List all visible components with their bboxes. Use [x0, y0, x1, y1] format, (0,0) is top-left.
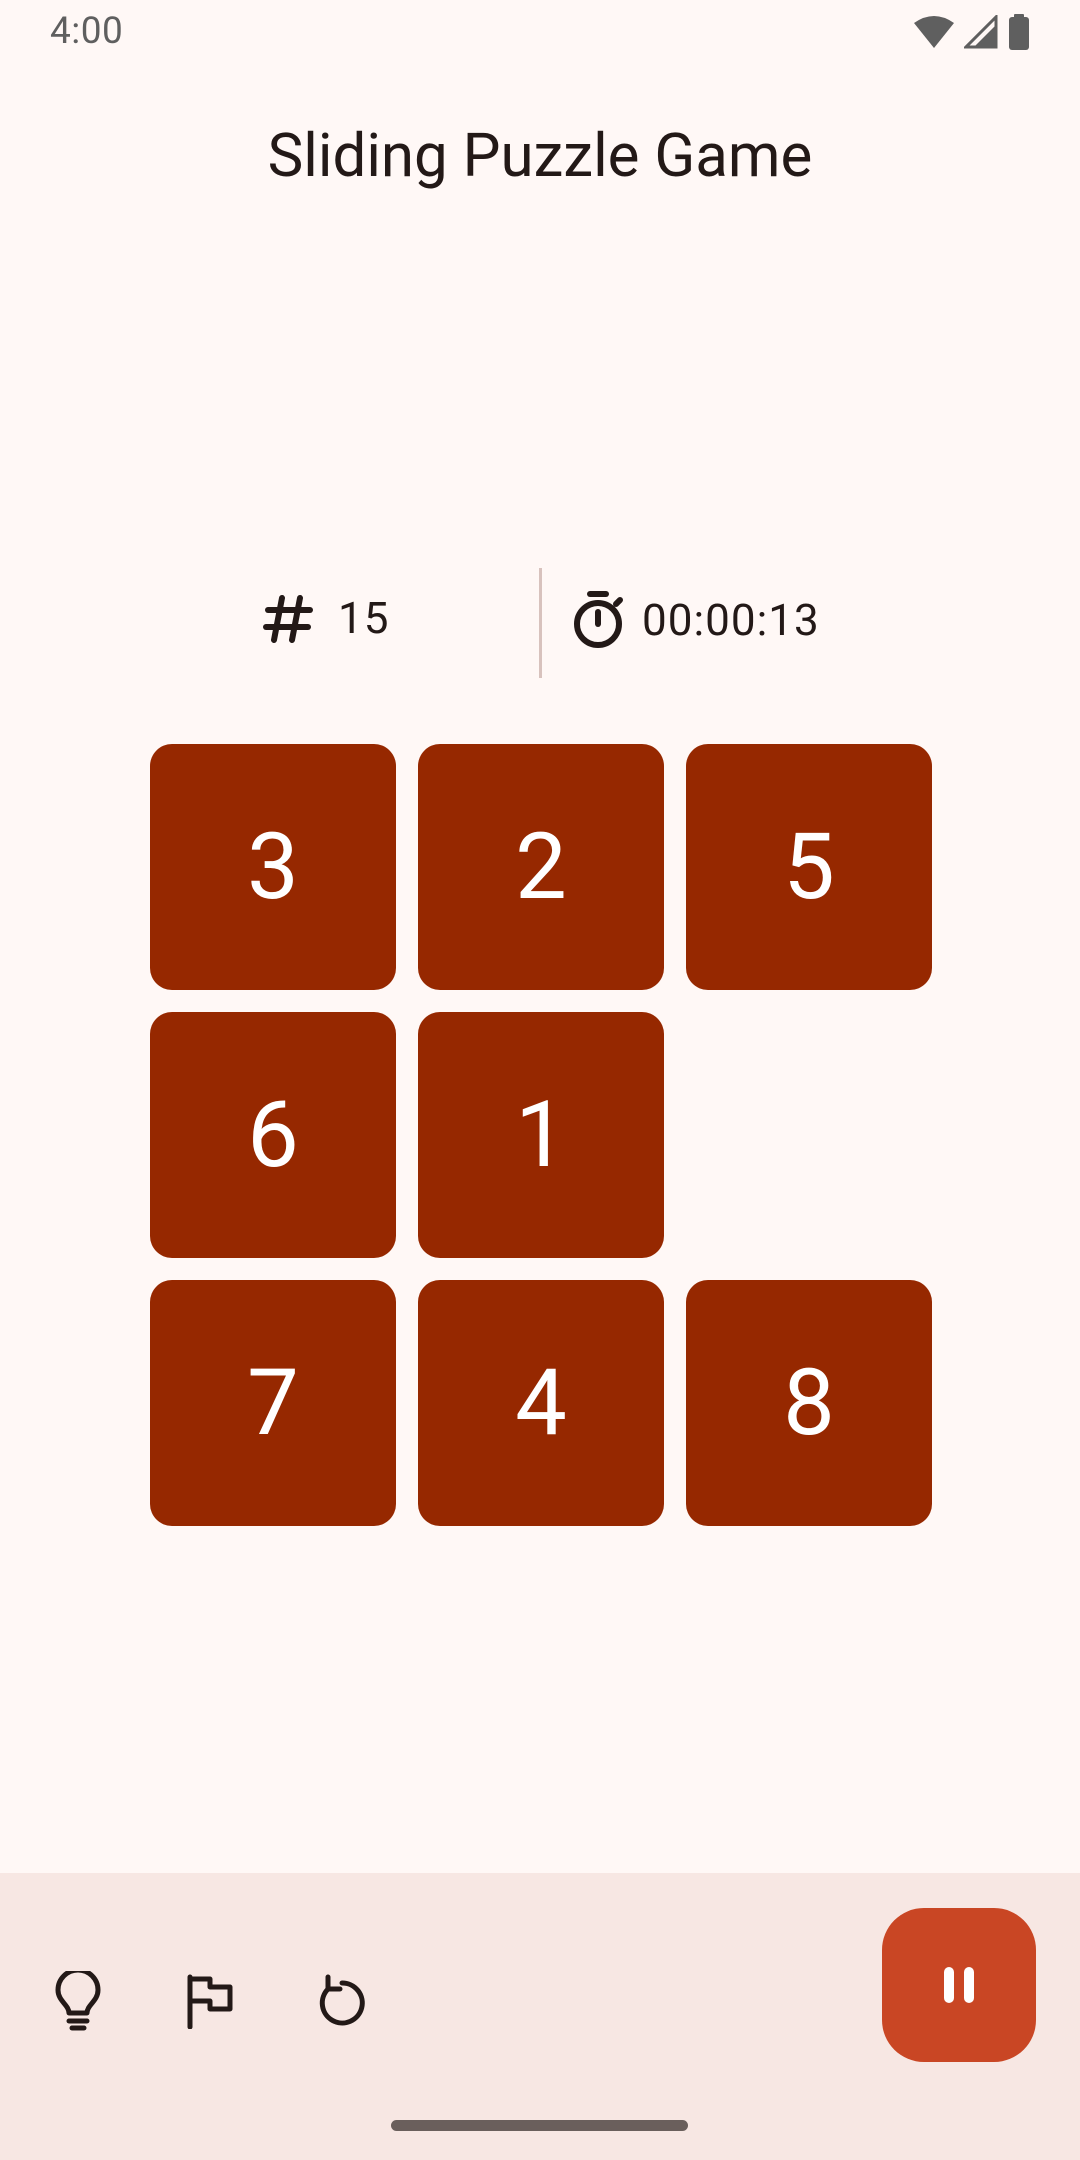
page-title: Sliding Puzzle Game — [267, 120, 813, 191]
elapsed-time: 00:00:13 — [642, 594, 820, 646]
home-indicator[interactable] — [391, 2120, 688, 2131]
puzzle-tile[interactable]: 8 — [686, 1280, 932, 1526]
stats-row: 15 00:00:13 — [0, 568, 1080, 680]
stats-divider — [539, 568, 542, 678]
puzzle-tile[interactable]: 3 — [150, 744, 396, 990]
give-up-button[interactable] — [170, 1961, 250, 2041]
lightbulb-icon — [55, 1971, 101, 2031]
status-time: 4:00 — [50, 10, 124, 53]
wifi-icon — [914, 16, 954, 48]
flag-icon — [187, 1974, 233, 2029]
puzzle-tile[interactable]: 4 — [418, 1280, 664, 1526]
cellular-signal-icon — [964, 15, 998, 49]
empty-slot — [686, 1012, 932, 1258]
puzzle-tile[interactable]: 2 — [418, 744, 664, 990]
puzzle-tile[interactable]: 7 — [150, 1280, 396, 1526]
bottom-app-bar — [0, 1873, 1080, 2160]
pause-button[interactable] — [882, 1908, 1036, 2062]
battery-icon — [1009, 14, 1029, 50]
restart-icon — [319, 1974, 365, 2026]
puzzle-tile[interactable]: 5 — [686, 744, 932, 990]
elapsed-timer: 00:00:13 — [570, 590, 820, 650]
hash-icon — [263, 595, 313, 643]
moves-count: 15 — [338, 592, 390, 644]
puzzle-tile[interactable]: 6 — [150, 1012, 396, 1258]
status-icons — [914, 14, 1030, 50]
hint-button[interactable] — [38, 1961, 118, 2041]
status-bar: 4:00 — [0, 0, 1080, 68]
stopwatch-icon — [574, 591, 623, 648]
restart-button[interactable] — [302, 1961, 382, 2041]
pause-icon — [944, 1967, 974, 2003]
puzzle-board: 325 61748 — [150, 744, 933, 1527]
puzzle-tile[interactable]: 1 — [418, 1012, 664, 1258]
moves-counter: 15 — [260, 590, 389, 646]
